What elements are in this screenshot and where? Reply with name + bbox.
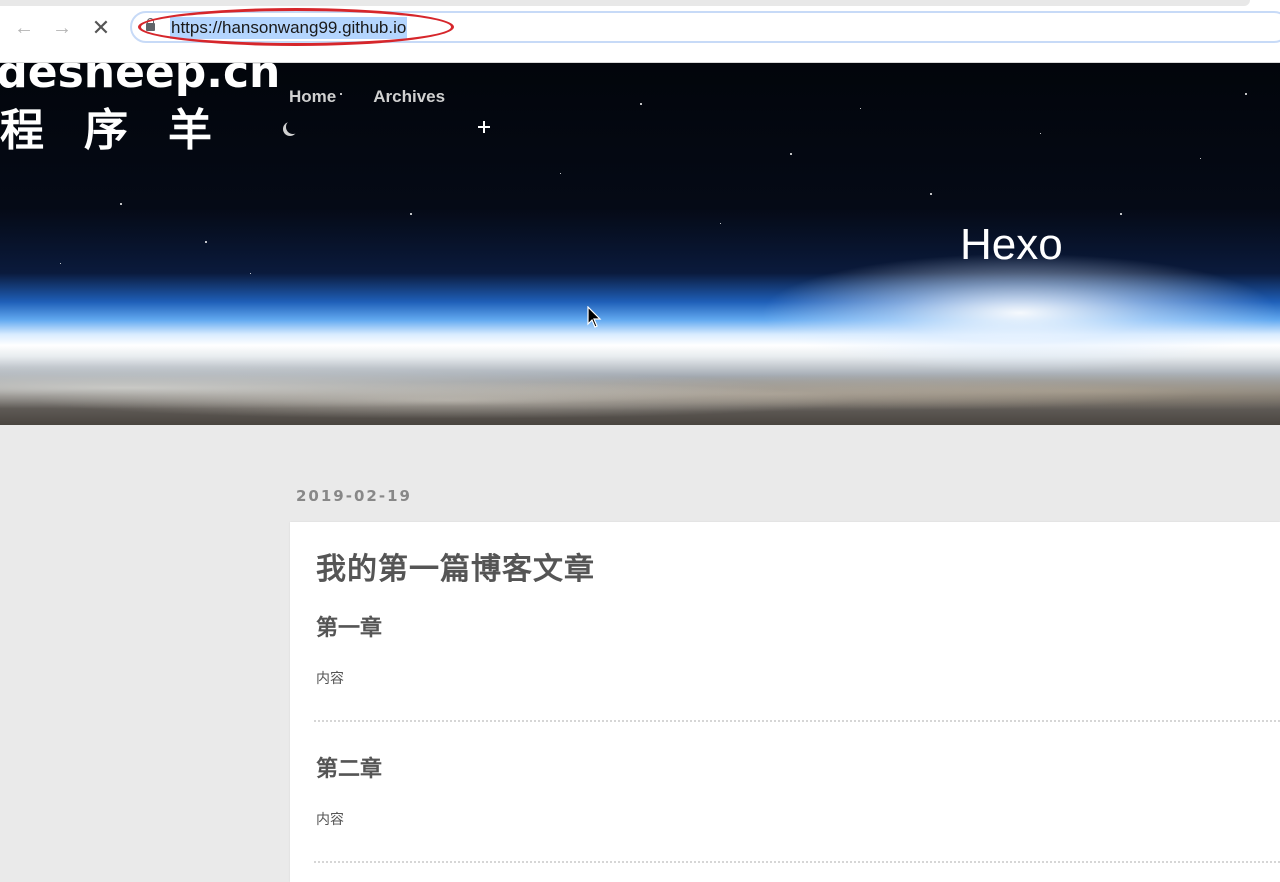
arrow-left-icon: ← [14,17,34,39]
close-icon: ✕ [91,15,111,40]
moon [286,120,300,134]
site-nav: Home Archives [289,87,445,107]
post-section: 第二章 内容 [314,751,1280,863]
section-body: 内容 [316,671,344,687]
section-body: 内容 [316,812,344,828]
post-date: 2019-02-19 [296,487,412,505]
star [1245,93,1247,95]
stop-button[interactable]: ✕ [89,16,113,40]
watermark-chinese: 程序羊 [0,105,252,156]
mouse-cursor-icon [587,306,602,328]
site-title: Hexo [960,220,1063,269]
star [60,263,61,264]
star [410,213,412,215]
cloud-layer [0,363,1280,425]
star [1040,133,1041,134]
star [250,273,251,274]
star [1200,158,1201,159]
star [205,241,207,243]
section-divider [314,861,1280,863]
browser-toolbar: ← → ✕ https://hansonwang99.github.io [0,0,1280,63]
url-text[interactable]: https://hansonwang99.github.io [170,17,408,39]
star [930,193,932,195]
star [560,173,561,174]
watermark-logo: odesheep.cn 程序羊 [0,63,280,157]
bright-star [478,121,490,133]
lock-icon [146,18,155,31]
post-card: 我的第一篇博客文章 第一章 内容 第二章 内容 [290,522,1280,882]
back-button[interactable]: ← [12,16,36,40]
post-title[interactable]: 我的第一篇博客文章 [316,544,595,588]
star [790,153,792,155]
horizon-glow [760,253,1280,373]
nav-archives-link[interactable]: Archives [373,87,445,107]
post-section: 第一章 内容 [314,610,1280,722]
star [720,223,721,224]
watermark-domain: odesheep.cn [0,63,281,98]
section-divider [314,720,1280,722]
star [120,203,122,205]
section-heading: 第一章 [316,616,383,641]
forward-button[interactable]: → [50,16,74,40]
arrow-right-icon: → [52,17,72,39]
tab-strip [0,0,1250,6]
hero-banner: odesheep.cn 程序羊 Home Archives Hexo [0,63,1280,425]
section-heading: 第二章 [316,757,383,782]
star [860,108,861,109]
address-bar[interactable]: https://hansonwang99.github.io [130,11,1280,43]
star [1120,213,1122,215]
star [640,103,642,105]
nav-home-link[interactable]: Home [289,87,336,107]
